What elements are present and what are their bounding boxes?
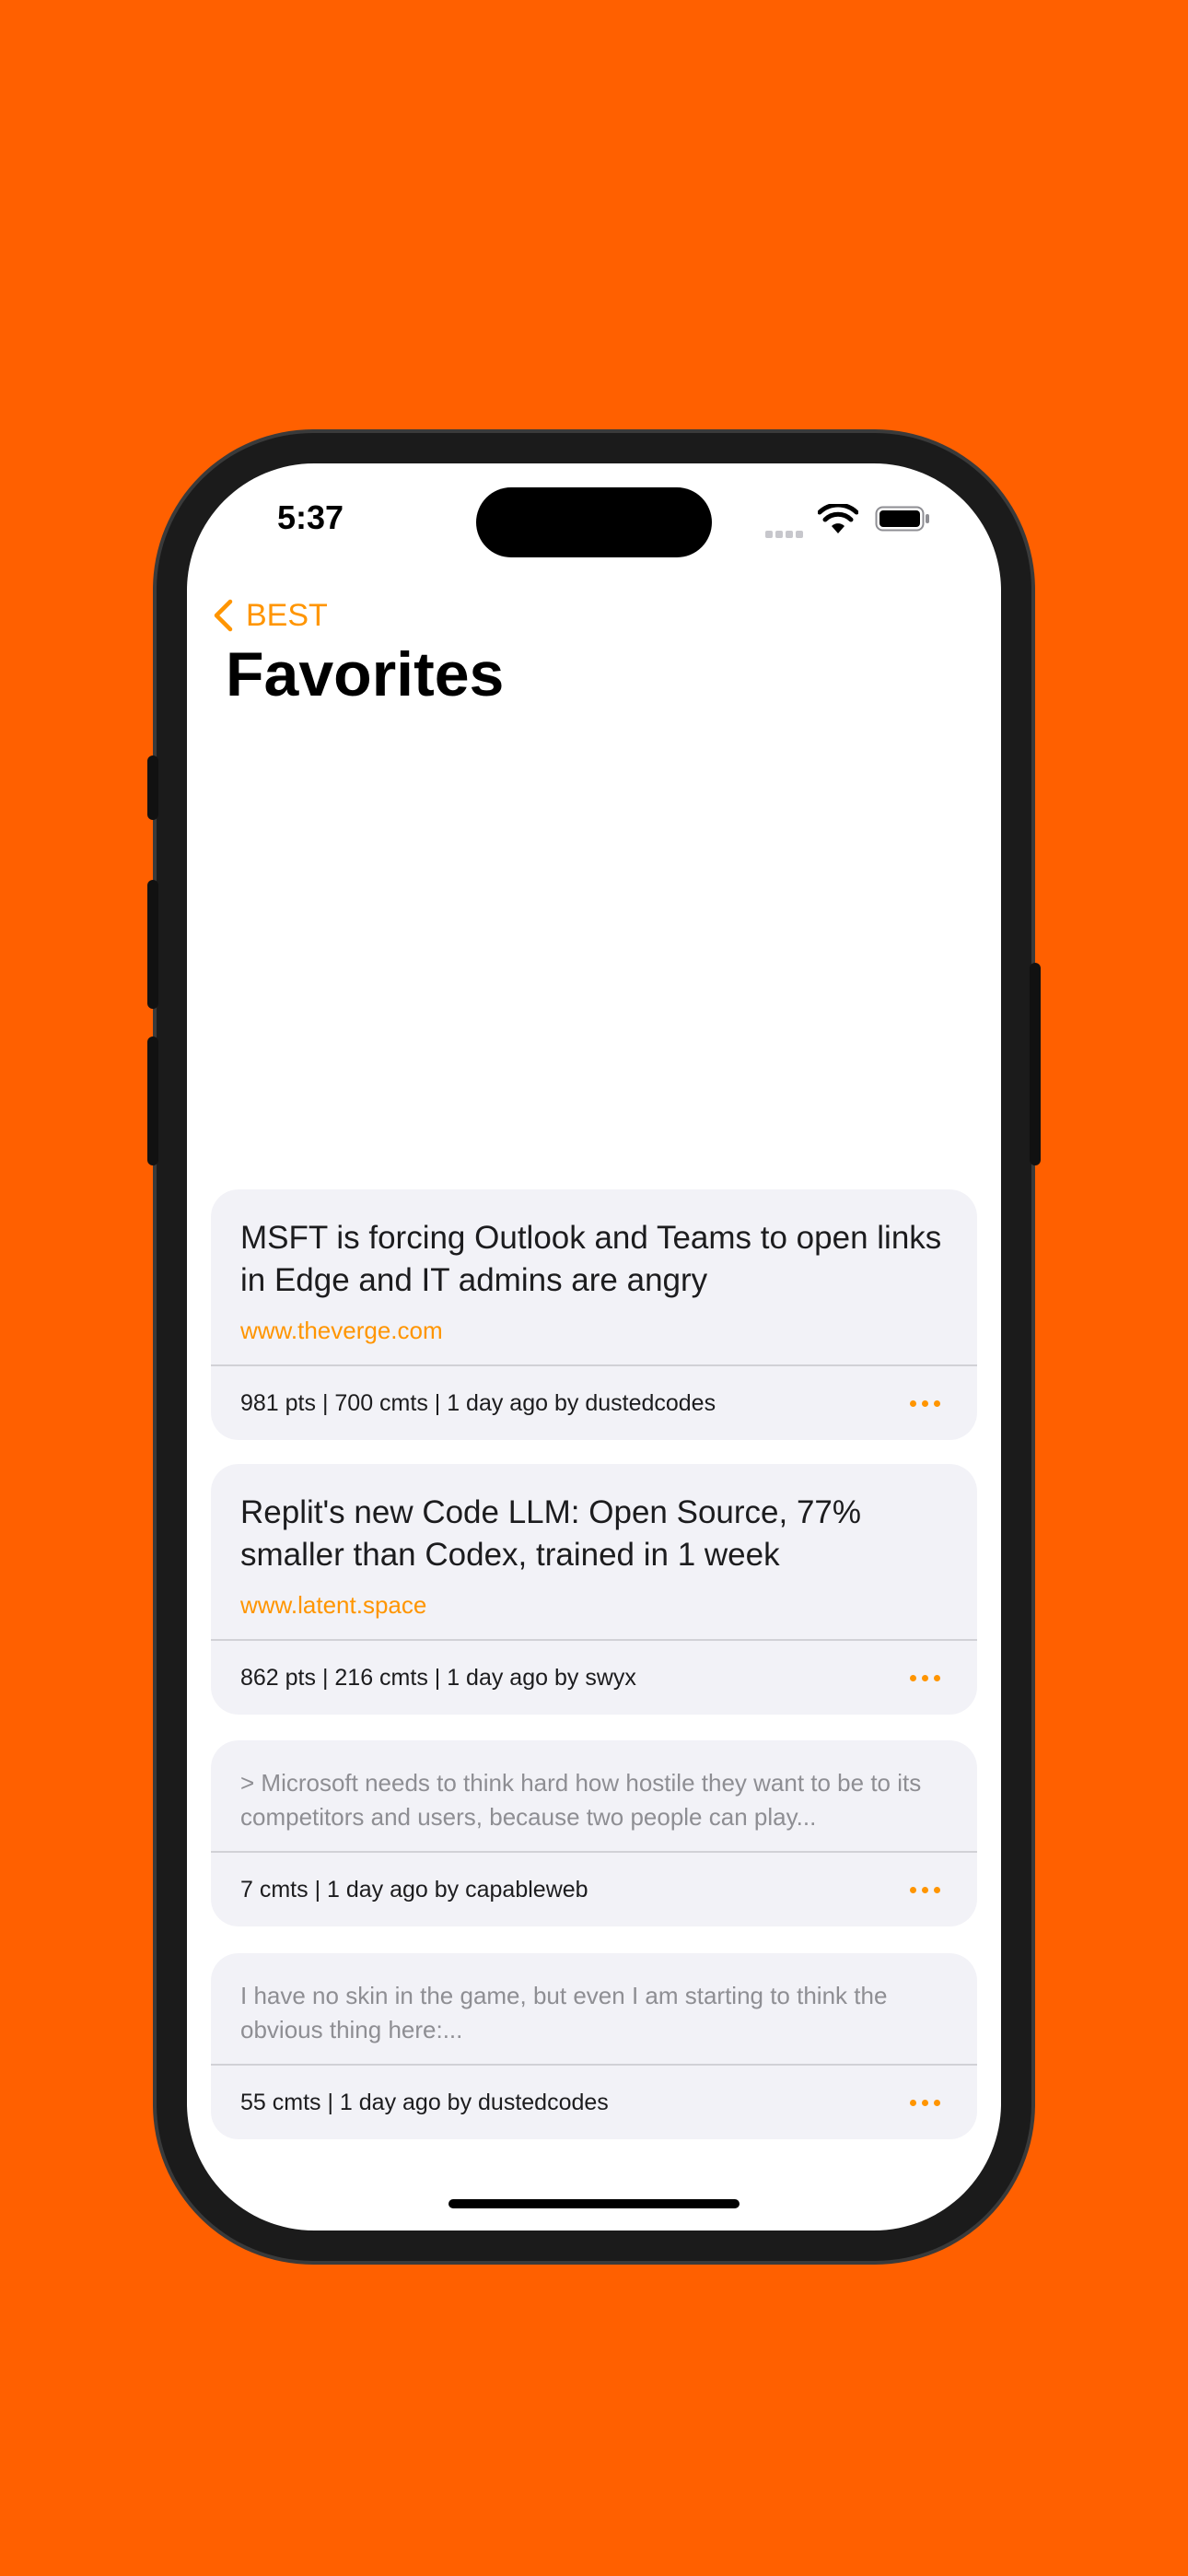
story-meta: 981 pts | 700 cmts | 1 day ago by dusted… <box>240 1389 716 1416</box>
action-button <box>147 755 158 820</box>
comment-meta-row: 55 cmts | 1 day ago by dustedcodes <box>211 2066 977 2139</box>
story-meta-row: 862 pts | 216 cmts | 1 day ago by swyx <box>211 1641 977 1715</box>
comment-meta: 7 cmts | 1 day ago by capableweb <box>240 1876 588 1903</box>
phone-frame: 5:37 BEST Favorites MSFT is forcing Outl… <box>147 433 1041 2261</box>
more-options-icon[interactable] <box>910 1886 940 1893</box>
dynamic-island <box>476 487 712 557</box>
comment-snippet: I have no skin in the game, but even I a… <box>240 1982 888 2043</box>
story-title: Replit's new Code LLM: Open Source, 77% … <box>240 1494 861 1573</box>
battery-icon <box>875 506 929 532</box>
back-button[interactable]: BEST <box>213 592 328 638</box>
more-options-icon[interactable] <box>910 1399 940 1407</box>
comment-meta-row: 7 cmts | 1 day ago by capableweb <box>211 1853 977 1926</box>
cellular-signal-icon <box>765 526 806 543</box>
more-options-icon[interactable] <box>910 1674 940 1681</box>
back-label: BEST <box>246 597 328 633</box>
status-time: 5:37 <box>277 498 344 536</box>
home-indicator[interactable] <box>448 2199 740 2208</box>
volume-up-button <box>147 880 158 1009</box>
story-card[interactable]: MSFT is forcing Outlook and Teams to ope… <box>211 1189 977 1440</box>
story-domain-link[interactable]: www.theverge.com <box>211 1302 977 1350</box>
comment-snippet: > Microsoft needs to think hard how host… <box>240 1769 922 1831</box>
story-card[interactable]: Replit's new Code LLM: Open Source, 77% … <box>211 1464 977 1715</box>
screen: 5:37 BEST Favorites MSFT is forcing Outl… <box>187 463 1001 2231</box>
side-button <box>1030 963 1041 1165</box>
chevron-left-icon <box>214 599 233 632</box>
comment-card[interactable]: > Microsoft needs to think hard how host… <box>211 1740 977 1926</box>
story-domain-link[interactable]: www.latent.space <box>211 1576 977 1624</box>
more-options-icon[interactable] <box>910 2099 940 2106</box>
wifi-icon <box>818 504 858 533</box>
story-title: MSFT is forcing Outlook and Teams to ope… <box>240 1220 942 1298</box>
page-title: Favorites <box>226 639 505 709</box>
volume-down-button <box>147 1036 158 1165</box>
story-meta-row: 981 pts | 700 cmts | 1 day ago by dusted… <box>211 1366 977 1440</box>
comment-card[interactable]: I have no skin in the game, but even I a… <box>211 1953 977 2139</box>
story-meta: 862 pts | 216 cmts | 1 day ago by swyx <box>240 1664 636 1691</box>
comment-meta: 55 cmts | 1 day ago by dustedcodes <box>240 2089 609 2115</box>
status-bar: 5:37 <box>187 463 1001 583</box>
